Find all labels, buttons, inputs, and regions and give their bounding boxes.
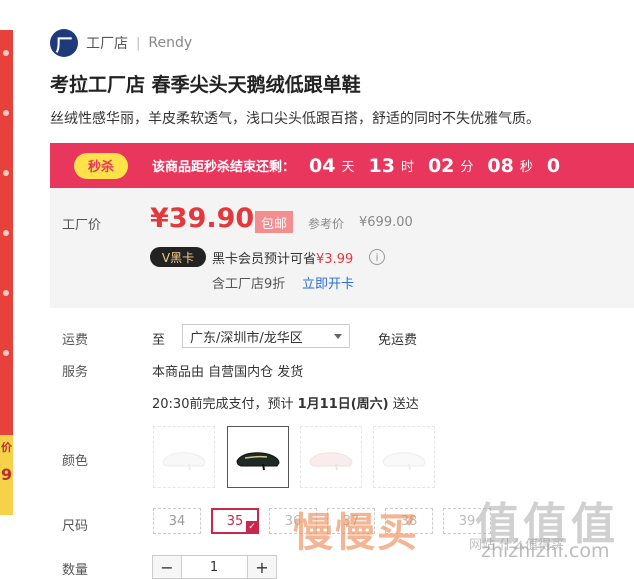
store-logo-icon[interactable]: 厂 (50, 29, 78, 57)
open-card-link[interactable]: 立即开卡 (302, 273, 354, 292)
quantity-increase-button[interactable]: + (247, 555, 277, 579)
price-panel: 工厂价 ¥39.90 包邮 参考价 ¥699.00 V黑卡 黑卡会员预计可省¥3… (50, 188, 634, 308)
banner-text: 9 (1, 465, 13, 484)
white-shoe-icon (382, 452, 426, 471)
countdown-hours-unit: 时 (400, 160, 414, 175)
countdown-hours: 13 (368, 154, 395, 177)
chevron-down-icon (334, 334, 342, 339)
banner-text: 价 (1, 441, 12, 454)
service-text: 本商品由 自营国内仓 发货 (152, 365, 304, 380)
countdown-tenths: 0 (546, 154, 561, 177)
size-option-34[interactable]: 34 (153, 508, 201, 534)
color-option-pink[interactable] (300, 426, 362, 488)
shipping-fee: 免运费 (378, 333, 418, 348)
countdown-days: 04 (309, 154, 336, 177)
size-option-39[interactable]: 39 (443, 508, 491, 534)
countdown-days-unit: 天 (341, 160, 355, 175)
white-shoe-icon (162, 452, 206, 471)
size-option-37[interactable]: 37 (327, 508, 375, 534)
size-label: 尺码 (62, 519, 89, 534)
service-label: 服务 (62, 365, 89, 380)
banner-price-tag: 价 9 (0, 435, 13, 515)
reference-price-label: 参考价 (308, 217, 345, 231)
quantity-decrease-button[interactable]: − (152, 555, 182, 579)
watermark-domain: zhizhizhi.com (481, 540, 610, 562)
size-option-38[interactable]: 38 (385, 508, 433, 534)
product-subtitle: 丝绒性感华丽，羊皮柔软透气，浅口尖头低跟百搭，舒适的同时不失优雅气质。 (50, 111, 540, 127)
price-label: 工厂价 (62, 218, 102, 233)
delivery-suffix: 送达 (388, 397, 419, 412)
banner-dot (3, 50, 9, 56)
left-promo-banner[interactable]: 价 9 (0, 30, 13, 515)
banner-dot (3, 110, 9, 116)
member-saving-label: 黑卡会员预计可省 (212, 252, 317, 267)
member-saving-text: 黑卡会员预计可省¥3.99 (212, 248, 353, 267)
discount-text: 含工厂店9折 (212, 277, 286, 292)
region-value: 广东/深圳市/龙华区 (190, 330, 303, 346)
reference-price: ¥699.00 (359, 215, 413, 230)
info-icon[interactable]: i (369, 249, 385, 265)
countdown-minutes: 02 (427, 154, 455, 177)
ship-to-label: 至 (152, 333, 166, 348)
black-card-badge: V黑卡 (150, 247, 206, 267)
store-header: 厂 工厂店 | Rendy (50, 28, 192, 58)
region-select[interactable]: 广东/深圳市/龙华区 (182, 324, 350, 348)
pink-shoe-icon (309, 452, 353, 471)
color-label: 颜色 (62, 454, 89, 469)
flash-sale-text: 该商品距秒杀结束还剩： (152, 160, 296, 175)
flash-sale-badge: 秒杀 (74, 152, 128, 179)
countdown-seconds-unit: 秒 (519, 160, 533, 175)
free-shipping-tag: 包邮 (255, 211, 293, 233)
delivery-date: 1月11日(周六) (297, 397, 389, 412)
delivery-estimate: 20:30前完成支付，预计 1月11日(周六) 送达 (152, 393, 419, 412)
store-brand-link[interactable]: Rendy (148, 35, 192, 51)
quantity-input[interactable]: 1 (181, 555, 247, 579)
banner-dot (3, 170, 9, 176)
store-separator: | (136, 35, 141, 51)
color-option-white-2[interactable] (373, 426, 435, 488)
banner-dot (3, 350, 9, 356)
watermark-side-logo: 值值值 (475, 499, 619, 550)
product-title: 考拉工厂店 春季尖头天鹅绒低跟单鞋 (50, 74, 361, 96)
black-shoe-icon (236, 452, 280, 471)
flash-sale-bar: 秒杀 该商品距秒杀结束还剩： 04 天 13 时 02 分 08 秒 0 (50, 143, 634, 188)
banner-dot (3, 230, 9, 236)
sale-price: ¥39.90 (150, 203, 255, 234)
member-saving-amount: ¥3.99 (316, 252, 354, 267)
store-name-link[interactable]: 工厂店 (86, 33, 128, 53)
color-option-black[interactable] (227, 426, 289, 488)
size-option-35[interactable]: 35 (211, 508, 259, 534)
watermark-subtext: 网站 什么值得买 (469, 538, 565, 553)
banner-dot (3, 290, 9, 296)
delivery-prefix: 20:30前完成支付，预计 (152, 397, 298, 412)
color-option-white[interactable] (153, 426, 215, 488)
size-option-36[interactable]: 36 (269, 508, 317, 534)
countdown-seconds: 08 (487, 154, 514, 177)
shipping-label: 运费 (62, 333, 89, 348)
countdown-minutes-unit: 分 (460, 160, 474, 175)
